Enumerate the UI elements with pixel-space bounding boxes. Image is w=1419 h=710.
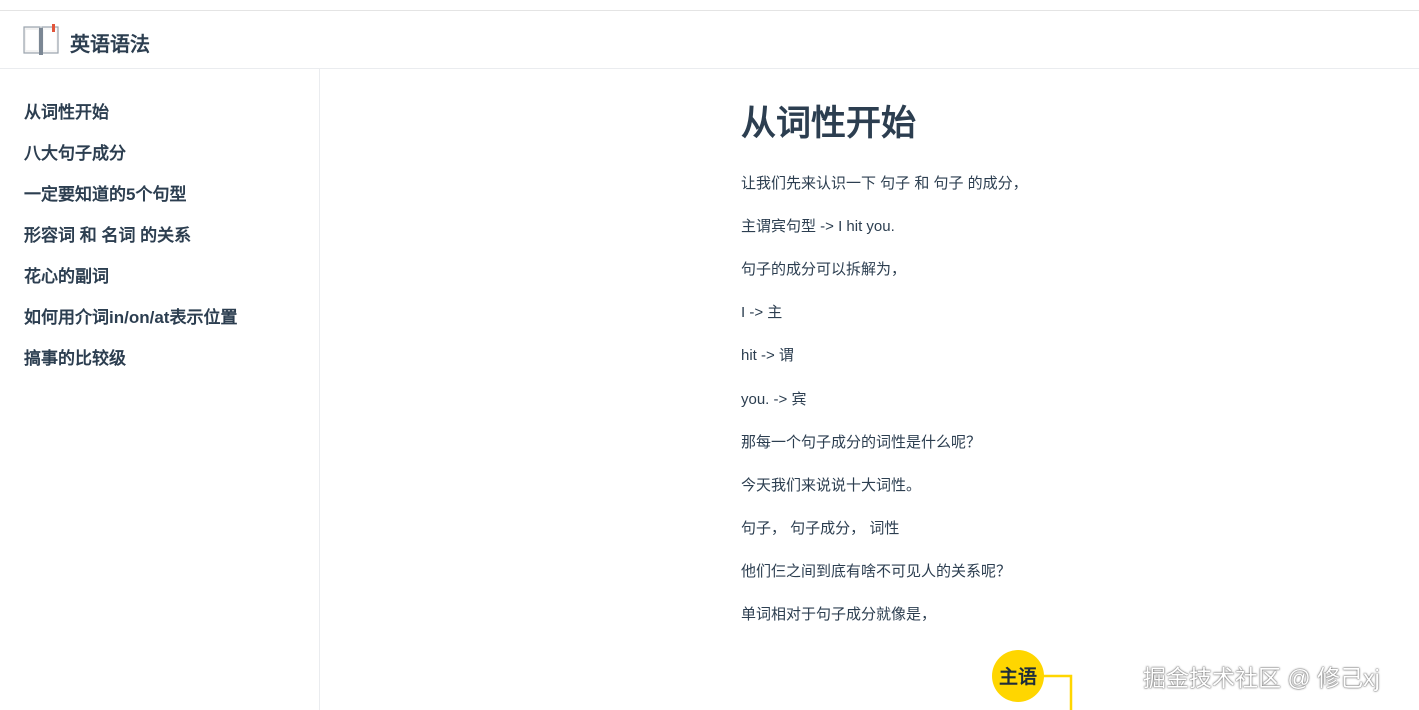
paragraph: 今天我们来说说十大词性。 (741, 477, 922, 494)
paragraph: 让我们先来认识一下 句子 和 句子 的成分， (741, 175, 1028, 192)
paragraph: 他们仨之间到底有啥不可见人的关系呢？ (741, 563, 1012, 580)
navbar: 英语语法 (0, 11, 1419, 69)
paragraph: you. -> 宾 (741, 391, 807, 408)
paragraph: I -> 主 (741, 304, 783, 321)
paragraph: hit -> 谓 (741, 347, 794, 364)
paragraph: 句子的成分可以拆解为， (741, 261, 907, 278)
subject-label: 主语 (999, 666, 1037, 688)
sidebar-item-adverbs[interactable]: 花心的副词 (24, 266, 237, 307)
paragraph: 主谓宾句型 -> I hit you. (741, 218, 895, 235)
sidebar-nav: 从词性开始 八大句子成分 一定要知道的5个句型 形容词 和 名词 的关系 花心的… (24, 102, 237, 389)
page-title: 从词性开始 (741, 104, 917, 143)
connector-line (1042, 674, 1073, 710)
sidebar-item-comparatives[interactable]: 搞事的比较级 (24, 348, 237, 389)
subject-diagram: 主语 (992, 650, 1073, 710)
sidebar-item-word-class[interactable]: 从词性开始 (24, 102, 237, 143)
sidebar-item-sentence-patterns[interactable]: 一定要知道的5个句型 (24, 184, 237, 225)
paragraph: 单词相对于句子成分就像是， (741, 606, 937, 623)
sidebar-item-sentence-components[interactable]: 八大句子成分 (24, 143, 237, 184)
paragraph: 那每一个句子成分的词性是什么呢？ (741, 434, 982, 451)
sidebar-item-adjective-noun[interactable]: 形容词 和 名词 的关系 (24, 225, 237, 266)
paragraph: 句子， 句子成分， 词性 (741, 520, 900, 537)
sidebar: 从词性开始 八大句子成分 一定要知道的5个句型 形容词 和 名词 的关系 花心的… (0, 69, 320, 710)
sidebar-item-prepositions[interactable]: 如何用介词in/on/at表示位置 (24, 307, 237, 348)
open-book-icon[interactable] (23, 23, 59, 57)
site-title[interactable]: 英语语法 (70, 28, 150, 57)
watermark: 掘金技术社区 @ 修己xj (1143, 665, 1380, 691)
